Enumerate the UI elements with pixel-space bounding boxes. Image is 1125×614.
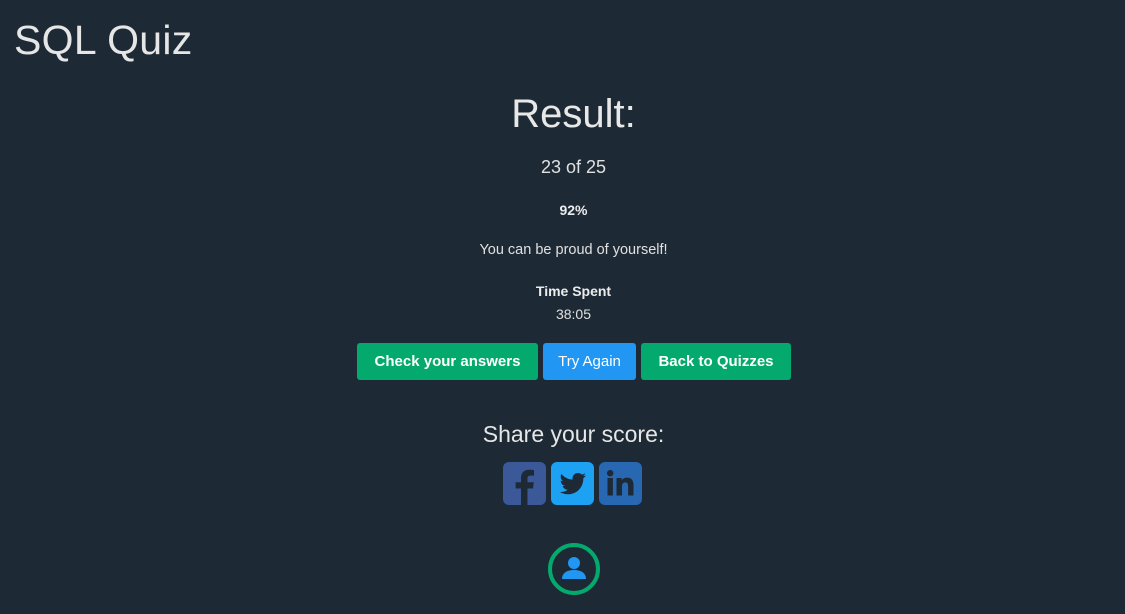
- page-title: SQL Quiz: [14, 17, 193, 63]
- share-heading: Share your score:: [482, 421, 665, 447]
- facebook-icon[interactable]: [503, 462, 546, 505]
- action-buttons: Check your answers Try Again Back to Qui…: [357, 343, 791, 380]
- result-heading: Result:: [511, 92, 636, 136]
- check-answers-button[interactable]: Check your answers: [357, 343, 538, 380]
- time-spent-label: Time Spent: [535, 283, 612, 299]
- profile-button[interactable]: [547, 542, 601, 596]
- share-icons: [503, 462, 642, 505]
- linkedin-icon[interactable]: [599, 462, 642, 505]
- result-message: You can be proud of yourself!: [479, 242, 668, 258]
- percent-text: 92%: [559, 202, 588, 218]
- user-icon: [548, 543, 600, 595]
- back-to-quizzes-button[interactable]: Back to Quizzes: [641, 343, 791, 380]
- score-text: 23 of 25: [540, 157, 607, 177]
- try-again-button[interactable]: Try Again: [543, 343, 636, 380]
- time-spent-value: 38:05: [555, 306, 592, 322]
- twitter-icon[interactable]: [551, 462, 594, 505]
